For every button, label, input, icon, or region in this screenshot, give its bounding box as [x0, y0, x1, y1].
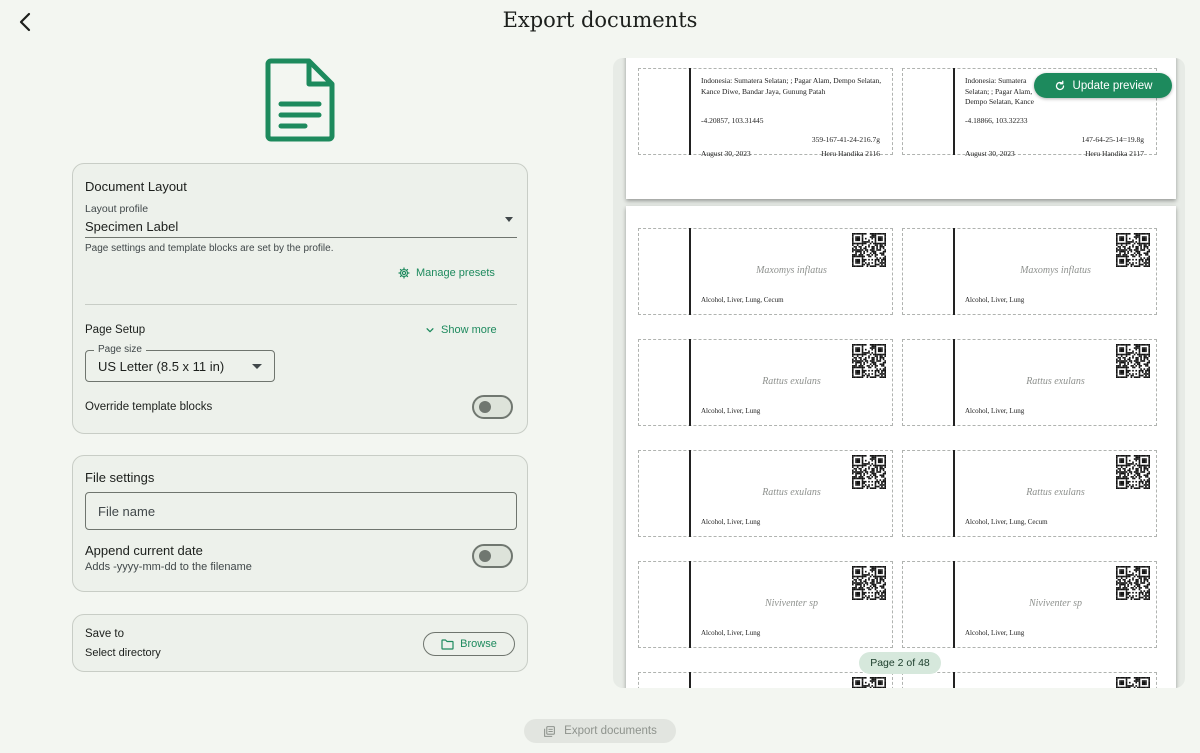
label-divider [953, 672, 955, 688]
append-date-helper: Adds -yyyy-mm-dd to the filename [85, 561, 252, 573]
export-documents-label: Export documents [564, 725, 657, 737]
page-indicator: Page 2 of 48 [859, 652, 941, 674]
specimen-label: Rattus exulans Alcohol, Liver, Lung, Cecu… [902, 450, 1157, 537]
specimen-label: Maxomys inflatus Alcohol, Liver, Lung, Ce… [638, 228, 893, 315]
toggle-knob [479, 550, 491, 562]
label-location: Indonesia: Sumatera Selatan; ; Pagar Ala… [965, 76, 1034, 106]
label-species: Maxomys inflatus [1020, 265, 1091, 276]
show-more-button[interactable]: Show more [425, 324, 497, 336]
page-size-value: US Letter (8.5 x 11 in) [98, 359, 225, 374]
layout-profile-select[interactable]: Specimen Label [85, 216, 517, 238]
label-divider [689, 68, 691, 155]
toggle-knob [479, 401, 491, 413]
divider [85, 304, 517, 305]
specimen-label: Niviventer sp Alcohol, Liver, Lung [638, 561, 893, 648]
label-tissue: Alcohol, Liver, Lung [965, 629, 1025, 637]
specimen-label: Rattus exulans Alcohol, Liver, Lung [902, 339, 1157, 426]
label-tissue: Alcohol, Liver, Lung, Cecum [965, 518, 1048, 526]
document-icon [265, 58, 335, 142]
browse-button[interactable]: Browse [423, 632, 515, 656]
update-preview-button[interactable]: Update preview [1034, 73, 1172, 98]
append-date-toggle[interactable] [472, 544, 513, 568]
page-setup-title: Page Setup [85, 324, 146, 336]
layout-profile-helper: Page settings and template blocks are se… [85, 243, 334, 254]
file-name-input[interactable] [85, 492, 517, 530]
label-tissue: Alcohol, Liver, Lung [701, 518, 761, 526]
qr-code [852, 233, 886, 267]
qr-code [852, 455, 886, 489]
file-settings-card: File settings Append current date Adds -… [72, 455, 528, 592]
specimen-label: Indonesia: Sumatera Selatan; ; Pagar Ala… [638, 68, 893, 158]
manage-presets-label: Manage presets [416, 267, 495, 279]
refresh-icon [1055, 80, 1064, 90]
label-tissue: Alcohol, Liver, Lung [965, 407, 1025, 415]
override-template-toggle[interactable] [472, 395, 513, 419]
specimen-label-partial [638, 672, 893, 688]
label-species: Rattus exulans [1026, 376, 1085, 387]
label-collector: Heru Handika 2116 [821, 149, 880, 158]
page-size-label: Page size [94, 344, 146, 355]
label-date: August 30, 2023 [701, 149, 751, 158]
label-divider [953, 68, 955, 155]
page-size-select[interactable]: Page size US Letter (8.5 x 11 in) [85, 344, 275, 382]
label-species: Rattus exulans [762, 376, 821, 387]
export-documents-button[interactable]: Export documents [524, 719, 676, 743]
specimen-label: Niviventer sp Alcohol, Liver, Lung [902, 561, 1157, 648]
label-location: Indonesia: Sumatera Selatan; ; Pagar Ala… [701, 76, 882, 96]
qr-code [1116, 677, 1150, 688]
dropdown-caret-icon [505, 217, 513, 222]
specimen-label-partial [902, 672, 1157, 688]
qr-code [1116, 455, 1150, 489]
append-date-label: Append current date [85, 543, 203, 558]
preview-panel[interactable]: Indonesia: Sumatera Selatan; ; Pagar Ala… [613, 58, 1185, 688]
save-to-subtitle: Select directory [85, 647, 161, 659]
label-catalog: 359-167-41-24-216.7g [811, 135, 880, 144]
label-divider [689, 672, 691, 688]
gear-icon [398, 267, 410, 279]
layout-profile-value: Specimen Label [85, 219, 179, 234]
label-tissue: Alcohol, Liver, Lung, Cecum [701, 296, 784, 304]
document-layout-card: Document Layout Layout profile Specimen … [72, 163, 528, 434]
qr-code [852, 344, 886, 378]
label-species: Rattus exulans [1026, 487, 1085, 498]
label-date: August 30, 2023 [965, 149, 1015, 158]
override-template-label: Override template blocks [85, 401, 213, 413]
chevron-down-icon [426, 328, 434, 333]
document-layout-title: Document Layout [85, 179, 187, 194]
folder-icon [441, 638, 454, 650]
specimen-label: Maxomys inflatus Alcohol, Liver, Lung [902, 228, 1157, 315]
preview-page-2: Maxomys inflatus Alcohol, Liver, Lung, Ce… [626, 206, 1176, 688]
label-tissue: Alcohol, Liver, Lung [701, 629, 761, 637]
qr-code [1116, 344, 1150, 378]
specimen-label: Rattus exulans Alcohol, Liver, Lung [638, 450, 893, 537]
label-species: Niviventer sp [764, 598, 819, 609]
qr-code [1116, 233, 1150, 267]
save-to-card: Save to Select directory Browse [72, 614, 528, 672]
label-coordinates: -4.20857, 103.31445 [701, 116, 764, 125]
save-to-title: Save to [85, 628, 124, 640]
qr-code [852, 566, 886, 600]
label-collector: Heru Handika 2117 [1085, 149, 1144, 158]
browse-label: Browse [460, 638, 497, 650]
dropdown-caret-icon [252, 364, 262, 369]
label-species: Niviventer sp [1028, 598, 1083, 609]
layout-profile-label: Layout profile [85, 203, 149, 215]
update-preview-label: Update preview [1072, 79, 1153, 92]
manage-presets-button[interactable]: Manage presets [398, 267, 495, 279]
show-more-label: Show more [441, 324, 497, 336]
qr-code [1116, 566, 1150, 600]
file-settings-title: File settings [85, 470, 155, 485]
label-coordinates: -4.18866, 103.32233 [965, 116, 1028, 125]
label-species: Maxomys inflatus [756, 265, 827, 276]
label-species: Rattus exulans [762, 487, 821, 498]
label-tissue: Alcohol, Liver, Lung [965, 296, 1025, 304]
label-tissue: Alcohol, Liver, Lung [701, 407, 761, 415]
specimen-label: Rattus exulans Alcohol, Liver, Lung [638, 339, 893, 426]
label-catalog: 147-64-25-14=19.8g [1081, 135, 1144, 144]
qr-code [852, 677, 886, 688]
stack-icon [544, 725, 556, 737]
page-title: Export documents [502, 8, 698, 32]
